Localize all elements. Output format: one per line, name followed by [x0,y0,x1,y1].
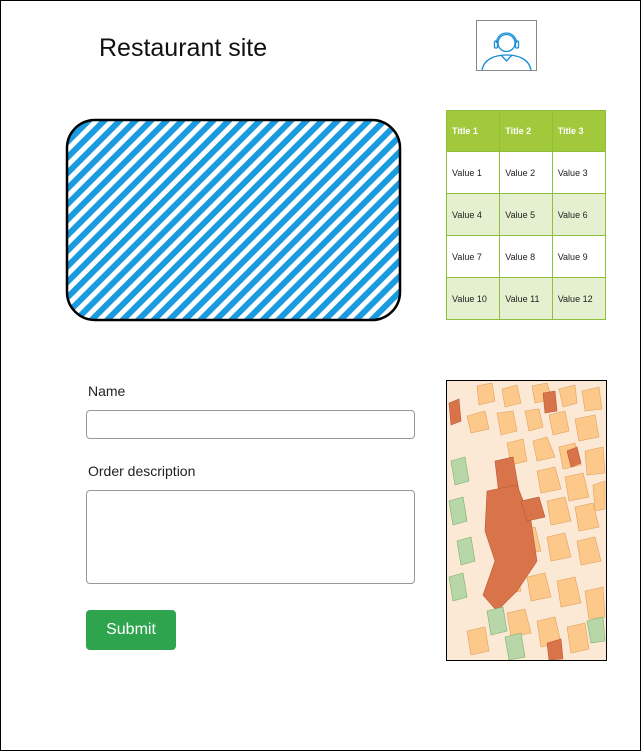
city-map-icon [446,380,607,661]
table-row: Value 7 Value 8 Value 9 [445,235,607,278]
table-cell: Value 5 [499,193,553,236]
page-title: Restaurant site [99,34,268,62]
table-cell: Value 4 [445,193,501,236]
table-header-3: Title 3 [551,110,607,152]
data-table: Title 1 Title 2 Title 3 Value 1 Value 2 … [445,110,607,320]
order-description-textarea[interactable] [86,490,415,584]
hero-image-placeholder [62,112,407,326]
table-cell: Value 1 [445,151,501,194]
table-cell: Value 6 [551,193,607,236]
table-header-1: Title 1 [445,110,501,152]
table-cell: Value 12 [551,277,607,320]
table-cell: Value 2 [499,151,553,194]
table-cell: Value 10 [445,277,501,320]
table-row: Value 4 Value 5 Value 6 [445,193,607,236]
table-cell: Value 9 [551,235,607,278]
user-avatar-icon[interactable] [476,20,537,71]
table-cell: Value 11 [499,277,553,320]
order-description-label: Order description [88,463,196,479]
table-cell: Value 8 [499,235,553,278]
submit-button[interactable]: Submit [86,610,176,650]
table-cell: Value 3 [551,151,607,194]
table-row: Value 10 Value 11 Value 12 [445,277,607,320]
name-label: Name [88,383,126,399]
table-cell: Value 7 [445,235,501,278]
table-row: Value 1 Value 2 Value 3 [445,151,607,194]
name-input[interactable] [86,410,415,439]
table-header-2: Title 2 [499,110,553,152]
